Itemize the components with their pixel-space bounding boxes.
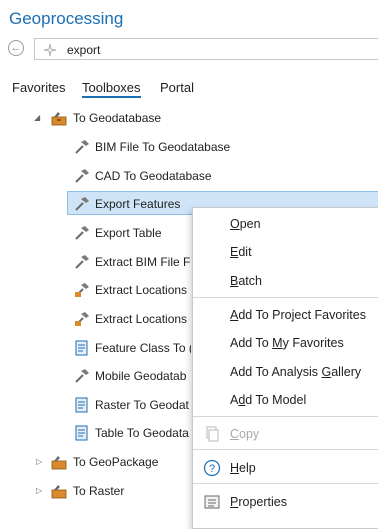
tab-favorites[interactable]: Favorites bbox=[12, 80, 65, 95]
toolbox-label: To GeoPackage bbox=[73, 455, 159, 469]
toolbox-label: To Raster bbox=[73, 484, 125, 498]
tool-label: Table To Geodata bbox=[95, 426, 189, 440]
tool-item[interactable]: BIM File To Geodatabase bbox=[73, 135, 373, 159]
tool-label: Extract Locations bbox=[95, 283, 188, 297]
menu-item-edit[interactable]: Edit bbox=[193, 239, 378, 265]
menu-label: pen bbox=[239, 217, 261, 231]
tab-toolboxes[interactable]: Toolboxes bbox=[82, 80, 141, 98]
tool-item[interactable]: Extract Locations bbox=[73, 278, 191, 302]
menu-label: d To Model bbox=[245, 393, 307, 407]
tool-item[interactable]: Feature Class To ( bbox=[73, 336, 191, 360]
tool-label: Raster To Geodat bbox=[95, 398, 189, 412]
menu-item-add-my-favorites[interactable]: Add To My Favorites bbox=[193, 330, 378, 356]
hammer-icon bbox=[75, 140, 89, 154]
menu-item-add-analysis-gallery[interactable]: Add To Analysis Gallery bbox=[193, 359, 378, 385]
menu-access-key: M bbox=[272, 336, 283, 350]
caret-collapsed-icon[interactable]: ▷ bbox=[36, 486, 42, 495]
tool-item[interactable]: Raster To Geodat bbox=[73, 393, 191, 417]
tool-item-selected[interactable]: Export Features bbox=[73, 192, 193, 216]
menu-label: dit bbox=[238, 245, 252, 259]
menu-item-properties[interactable]: Properties bbox=[193, 489, 378, 515]
toolbox-icon bbox=[51, 456, 67, 470]
model-tool-icon bbox=[75, 312, 89, 326]
tool-label: Extract BIM File F bbox=[95, 255, 191, 269]
tool-item[interactable]: CAD To Geodatabase bbox=[73, 164, 373, 188]
tool-label: Feature Class To ( bbox=[95, 341, 191, 355]
pane-title: Geoprocessing bbox=[9, 9, 124, 28]
menu-label: elp bbox=[239, 461, 256, 475]
tool-label: Mobile Geodatab bbox=[95, 369, 187, 383]
hammer-icon bbox=[75, 169, 89, 183]
copy-icon bbox=[206, 426, 219, 442]
script-icon bbox=[75, 340, 88, 356]
menu-separator bbox=[193, 416, 378, 417]
toolbox-to-raster[interactable]: ▷ To Raster bbox=[34, 479, 192, 503]
context-menu: Open Edit Batch Add To Project Favorites… bbox=[192, 207, 378, 529]
search-value: export bbox=[67, 43, 101, 57]
menu-access-key: C bbox=[230, 427, 240, 441]
menu-item-help[interactable]: ? Help bbox=[193, 455, 378, 481]
menu-label: dd To Project Favorites bbox=[238, 308, 366, 322]
caret-collapsed-icon[interactable]: ▷ bbox=[36, 457, 42, 466]
hammer-icon bbox=[75, 197, 89, 211]
tool-item[interactable]: Table To Geodata bbox=[73, 421, 191, 445]
menu-label: opy bbox=[239, 427, 260, 441]
svg-text:?: ? bbox=[209, 463, 215, 475]
menu-access-key: O bbox=[230, 217, 240, 231]
script-icon bbox=[75, 425, 88, 441]
menu-item-batch[interactable]: Batch bbox=[193, 268, 378, 294]
model-tool-icon bbox=[75, 283, 89, 297]
menu-separator bbox=[193, 483, 378, 484]
toolbox-label: To Geodatabase bbox=[73, 111, 162, 125]
menu-item-copy[interactable]: Copy bbox=[193, 421, 378, 447]
menu-separator bbox=[193, 297, 378, 298]
menu-separator bbox=[193, 449, 378, 450]
help-icon: ? bbox=[203, 459, 221, 477]
tool-label: Export Table bbox=[95, 226, 162, 240]
menu-access-key: G bbox=[321, 365, 332, 379]
tool-item[interactable]: Export Table bbox=[73, 221, 191, 245]
tool-item[interactable]: Mobile Geodatab bbox=[73, 364, 191, 388]
back-arrow-icon[interactable]: ← bbox=[8, 40, 24, 56]
hammer-icon bbox=[75, 226, 89, 240]
search-row: ← export bbox=[6, 38, 378, 60]
hammer-icon bbox=[75, 369, 89, 383]
tab-strip: Favorites Toolboxes Portal bbox=[12, 80, 378, 102]
menu-label: atch bbox=[238, 274, 262, 288]
tool-item[interactable]: Extract BIM File F bbox=[73, 250, 191, 274]
script-icon bbox=[75, 397, 88, 413]
search-input[interactable]: export bbox=[34, 38, 378, 60]
tool-item[interactable]: Extract Locations bbox=[73, 307, 191, 331]
menu-item-open[interactable]: Open bbox=[193, 211, 378, 237]
menu-item-add-project-favorites[interactable]: Add To Project Favorites bbox=[193, 302, 378, 328]
tool-label: BIM File To Geodatabase bbox=[95, 140, 231, 154]
menu-item-add-to-model[interactable]: Add To Model bbox=[193, 387, 378, 413]
tool-label: Extract Locations bbox=[95, 312, 188, 326]
hammer-icon bbox=[75, 255, 89, 269]
toolbox-icon bbox=[51, 112, 67, 126]
menu-label: allery bbox=[331, 365, 362, 379]
sparkle-search-icon bbox=[43, 43, 57, 57]
menu-access-key: H bbox=[230, 461, 240, 475]
toolbox-icon bbox=[51, 485, 67, 499]
properties-icon bbox=[204, 495, 220, 509]
toolbox-to-geodatabase[interactable]: ◢ To Geodatabase bbox=[34, 106, 334, 130]
caret-expanded-icon[interactable]: ◢ bbox=[34, 113, 40, 122]
menu-label: Add To Analysis bbox=[230, 365, 322, 379]
menu-label: Add To bbox=[230, 336, 273, 350]
menu-label: y Favorites bbox=[282, 336, 344, 350]
tool-label: CAD To Geodatabase bbox=[95, 169, 212, 183]
toolbox-to-geopackage[interactable]: ▷ To GeoPackage bbox=[34, 450, 192, 474]
tab-portal[interactable]: Portal bbox=[160, 80, 194, 95]
tool-label: Export Features bbox=[95, 197, 181, 211]
menu-label: roperties bbox=[238, 495, 287, 509]
